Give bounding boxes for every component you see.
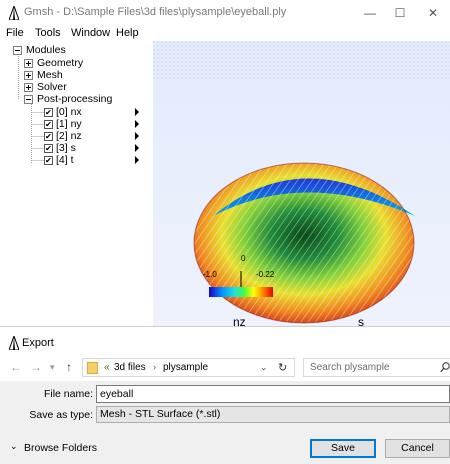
breadcrumb-separator-icon: › — [153, 362, 156, 372]
menu-help[interactable]: Help — [116, 26, 139, 41]
dialog-footer: ⌄ Browse Folders Save Cancel — [0, 431, 450, 464]
chevron-down-icon[interactable]: ▾ — [50, 362, 55, 373]
axis-label-s: s — [358, 315, 364, 326]
window-titlebar: Gmsh - D:\Sample Files\3d files\plysampl… — [0, 0, 450, 26]
file-name-label: File name: — [43, 388, 93, 400]
breadcrumb-3d-files[interactable]: 3d files — [114, 362, 146, 373]
save-button[interactable]: Save — [310, 439, 376, 458]
up-arrow-icon[interactable]: ↑ — [66, 360, 72, 374]
visibility-checkbox[interactable]: ✔ — [44, 144, 53, 153]
close-button[interactable]: ✕ — [418, 0, 448, 26]
axis-label-nz: nz — [233, 315, 246, 326]
module-tree: Modules Geometry Mesh Solver Post-proces… — [0, 41, 153, 326]
colorbar-mid-label: 0 — [241, 254, 246, 263]
view-item-s[interactable]: ✔ [3] s — [44, 142, 153, 154]
save-as-type-label: Save as type: — [29, 409, 93, 421]
refresh-icon[interactable]: ↻ — [278, 361, 287, 374]
submenu-arrow-icon[interactable] — [135, 144, 139, 152]
colorbar-min-label: -1.0 — [203, 270, 217, 279]
address-bar[interactable]: « 3d files › plysample ⌄ ↻ — [82, 358, 295, 377]
collapse-icon[interactable] — [13, 46, 22, 55]
submenu-arrow-icon[interactable] — [135, 108, 139, 116]
breadcrumb-plysample[interactable]: plysample — [163, 362, 208, 373]
submenu-arrow-icon[interactable] — [135, 120, 139, 128]
forward-arrow-icon[interactable]: → — [30, 360, 42, 374]
visibility-checkbox[interactable]: ✔ — [44, 120, 53, 129]
chevron-down-icon[interactable]: ⌄ — [10, 441, 18, 452]
submenu-arrow-icon[interactable] — [135, 156, 139, 164]
navigation-bar: ← → ▾ ↑ « 3d files › plysample ⌄ ↻ Searc… — [0, 355, 450, 379]
expand-icon[interactable] — [24, 59, 33, 68]
visibility-checkbox[interactable]: ✔ — [44, 108, 53, 117]
breadcrumb-overflow[interactable]: « — [104, 362, 110, 373]
cancel-button[interactable]: Cancel — [385, 439, 450, 458]
expand-icon[interactable] — [24, 83, 33, 92]
visibility-checkbox[interactable]: ✔ — [44, 156, 53, 165]
maximize-button[interactable]: ☐ — [385, 0, 415, 26]
view-item-nx[interactable]: ✔ [0] nx — [44, 106, 153, 118]
menu-bar: File Tools Window Help — [0, 26, 450, 41]
save-form: File name: eyeball Save as type: Mesh - … — [0, 381, 450, 431]
expand-icon[interactable] — [24, 71, 33, 80]
folder-icon — [87, 362, 98, 374]
menu-window[interactable]: Window — [71, 26, 110, 41]
colorbar-max-label: -0.22 — [256, 270, 275, 279]
gmsh-app-icon — [9, 6, 19, 20]
search-input[interactable]: Search plysample — [303, 358, 450, 377]
visibility-checkbox[interactable]: ✔ — [44, 132, 53, 141]
menu-tools[interactable]: Tools — [35, 26, 61, 41]
dialog-title: Export — [22, 337, 54, 349]
search-icon[interactable] — [440, 362, 450, 373]
view-item-ny[interactable]: ✔ [1] ny — [44, 118, 153, 130]
gmsh-app-icon — [9, 336, 19, 350]
back-arrow-icon[interactable]: ← — [10, 360, 22, 374]
graphics-viewport[interactable]: -1.0 0 -0.22 nz s — [153, 41, 450, 326]
save-as-type-select[interactable]: Mesh - STL Surface (*.stl) — [96, 406, 450, 423]
browse-folders-toggle[interactable]: Browse Folders — [24, 442, 97, 454]
search-placeholder: Search plysample — [310, 362, 390, 373]
export-dialog: Export ← → ▾ ↑ « 3d files › plysample ⌄ … — [0, 326, 450, 464]
menu-file[interactable]: File — [6, 26, 24, 41]
view-item-nz[interactable]: ✔ [2] nz — [44, 130, 153, 142]
window-title: Gmsh - D:\Sample Files\3d files\plysampl… — [24, 6, 287, 18]
view-item-t[interactable]: ✔ [4] t — [44, 154, 153, 166]
mesh-render: -1.0 0 -0.22 nz s — [153, 41, 450, 326]
submenu-arrow-icon[interactable] — [135, 132, 139, 140]
collapse-icon[interactable] — [24, 95, 33, 104]
file-name-field[interactable]: eyeball — [96, 385, 450, 403]
minimize-button[interactable]: — — [355, 0, 385, 26]
history-dropdown-icon[interactable]: ⌄ — [260, 362, 268, 373]
